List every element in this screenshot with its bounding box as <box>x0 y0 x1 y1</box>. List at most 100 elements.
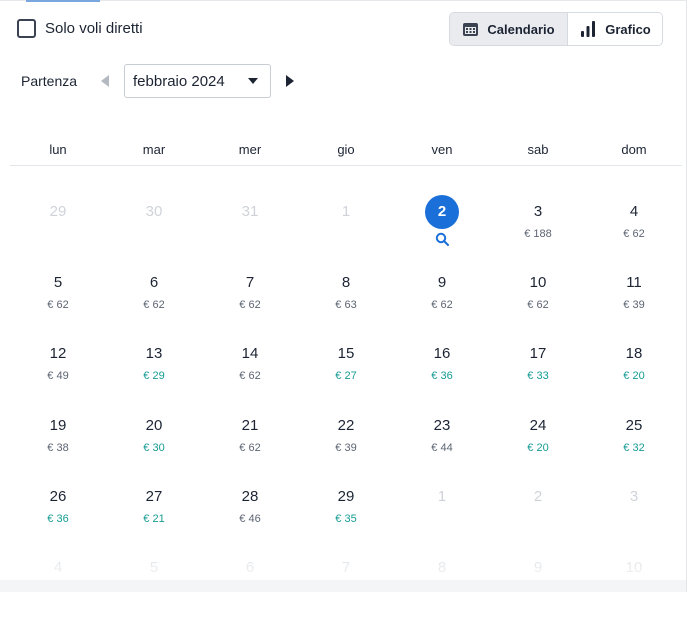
day-price: € 44 <box>431 442 453 454</box>
day-number: 16 <box>433 345 451 362</box>
day-price: € 49 <box>47 370 69 382</box>
day-number: 12 <box>49 345 67 362</box>
calendar-day[interactable]: 15 € 27 <box>298 345 394 405</box>
day-number: 27 <box>145 488 163 505</box>
calendar-day[interactable]: 5 € 62 <box>10 274 106 334</box>
day-number: 17 <box>529 345 547 362</box>
calendar-day[interactable]: 26 € 36 <box>10 488 106 548</box>
calendar-day[interactable]: 9 € 62 <box>394 274 490 334</box>
direct-flights-checkbox[interactable]: Solo voli diretti <box>17 19 143 38</box>
weekday-sun: dom <box>621 142 647 157</box>
calendar-day[interactable]: 12 € 49 <box>10 345 106 405</box>
weekday-thu: gio <box>337 142 355 157</box>
day-number: 2 <box>533 488 543 505</box>
day-number: 3 <box>533 203 543 220</box>
day-number: 6 <box>149 274 159 291</box>
triangle-right-icon[interactable] <box>284 74 296 88</box>
weekday-sat: sab <box>527 142 549 157</box>
day-number: 8 <box>341 274 351 291</box>
calendar-icon <box>463 23 479 36</box>
calendar-day[interactable]: 3 € 188 <box>490 203 586 263</box>
day-number: 22 <box>337 417 355 434</box>
active-tab-indicator <box>26 0 100 2</box>
day-price: € 62 <box>239 442 261 454</box>
day-price: € 21 <box>143 513 165 525</box>
day-price: € 188 <box>524 228 552 240</box>
calendar-day-selected[interactable]: 2 <box>394 195 490 263</box>
day-price: € 29 <box>143 370 165 382</box>
day-number: 1 <box>341 203 351 220</box>
calendar-day: 31 <box>202 203 298 263</box>
day-price: € 35 <box>335 513 357 525</box>
day-number: 24 <box>529 417 547 434</box>
weekday-fri: ven <box>431 142 453 157</box>
calendar-view-button[interactable]: Calendario <box>450 13 568 45</box>
calendar-day: 3 <box>586 488 682 548</box>
day-price: € 30 <box>143 442 165 454</box>
calendar-day[interactable]: 24 € 20 <box>490 417 586 477</box>
day-price: € 33 <box>527 370 549 382</box>
day-number: 28 <box>241 488 259 505</box>
day-price: € 36 <box>431 370 453 382</box>
caret-down-icon <box>248 78 258 84</box>
day-number: 23 <box>433 417 451 434</box>
day-price: € 36 <box>47 513 69 525</box>
day-number: 11 <box>626 274 642 291</box>
calendar-day[interactable]: 23 € 44 <box>394 417 490 477</box>
calendar-day[interactable]: 22 € 39 <box>298 417 394 477</box>
calendar-day[interactable]: 20 € 30 <box>106 417 202 477</box>
day-price: € 63 <box>335 299 357 311</box>
day-number: 26 <box>49 488 67 505</box>
calendar-day[interactable]: 25 € 32 <box>586 417 682 477</box>
direct-flights-label[interactable]: Solo voli diretti <box>45 20 143 37</box>
calendar-day[interactable]: 7 € 62 <box>202 274 298 334</box>
day-number: 14 <box>241 345 259 362</box>
day-number: 13 <box>145 345 163 362</box>
calendar-view-label: Calendario <box>487 21 555 37</box>
day-number: 5 <box>53 274 63 291</box>
chart-view-button[interactable]: Grafico <box>568 13 662 45</box>
day-number: 5 <box>149 559 159 576</box>
triangle-left-icon[interactable] <box>99 74 111 88</box>
top-divider <box>0 0 687 2</box>
day-number: 4 <box>629 203 639 220</box>
calendar-day[interactable]: 28 € 46 <box>202 488 298 548</box>
weekday-mon: lun <box>49 142 67 157</box>
day-number: 20 <box>145 417 163 434</box>
day-price: € 38 <box>47 442 69 454</box>
calendar-day[interactable]: 14 € 62 <box>202 345 298 405</box>
calendar-day[interactable]: 18 € 20 <box>586 345 682 405</box>
day-number: 7 <box>341 559 351 576</box>
calendar-day[interactable]: 6 € 62 <box>106 274 202 334</box>
day-number: 10 <box>625 559 643 576</box>
day-price: € 20 <box>623 370 645 382</box>
departure-label: Partenza <box>21 73 78 89</box>
calendar-day: 1 <box>394 488 490 548</box>
calendar-day[interactable]: 29 € 35 <box>298 488 394 548</box>
day-price: € 62 <box>623 228 645 240</box>
calendar-day[interactable]: 8 € 63 <box>298 274 394 334</box>
calendar-day[interactable]: 17 € 33 <box>490 345 586 405</box>
day-price: € 39 <box>335 442 357 454</box>
calendar-day[interactable]: 19 € 38 <box>10 417 106 477</box>
day-number: 18 <box>625 345 643 362</box>
calendar-day[interactable]: 16 € 36 <box>394 345 490 405</box>
calendar-day[interactable]: 11 € 39 <box>586 274 682 334</box>
calendar-day[interactable]: 27 € 21 <box>106 488 202 548</box>
day-number: 10 <box>529 274 547 291</box>
day-number: 29 <box>49 203 67 220</box>
day-number: 2 <box>425 195 459 229</box>
day-number: 8 <box>437 559 447 576</box>
calendar-day[interactable]: 4 € 62 <box>586 203 682 263</box>
day-number: 4 <box>53 559 63 576</box>
calendar-day[interactable]: 13 € 29 <box>106 345 202 405</box>
search-icon <box>435 232 449 246</box>
view-toggle: Calendario Grafico <box>449 12 663 46</box>
calendar-day[interactable]: 10 € 62 <box>490 274 586 334</box>
checkbox-box[interactable] <box>17 19 36 38</box>
day-price: € 62 <box>527 299 549 311</box>
day-number: 19 <box>49 417 67 434</box>
calendar-day: 2 <box>490 488 586 548</box>
month-select[interactable]: febbraio 2024 <box>124 64 271 98</box>
calendar-day[interactable]: 21 € 62 <box>202 417 298 477</box>
